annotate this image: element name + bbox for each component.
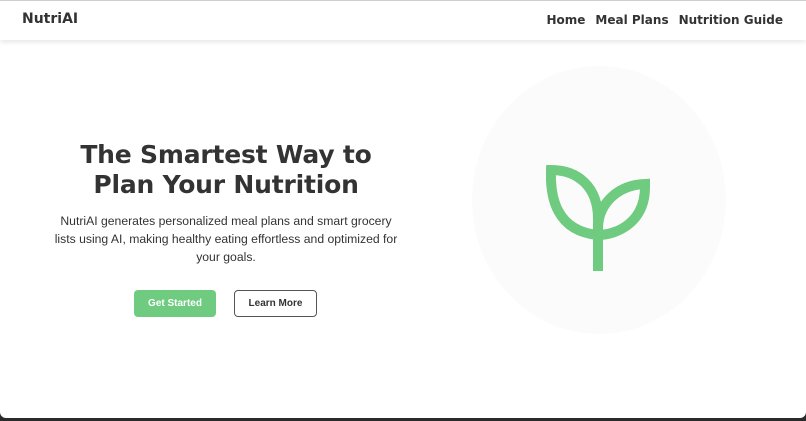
main-nav: Home Meal Plans Nutrition Guide [546, 13, 783, 27]
navbar: NutriAI Home Meal Plans Nutrition Guide [0, 0, 806, 40]
hero-section: The Smartest Way to Plan Your Nutrition … [52, 140, 400, 266]
nav-link-meal-plans[interactable]: Meal Plans [595, 13, 668, 27]
get-started-button[interactable]: Get Started [134, 290, 216, 317]
brand-logo[interactable]: NutriAI [22, 11, 78, 27]
learn-more-button[interactable]: Learn More [234, 290, 317, 317]
hero-headline-line-1: The Smartest Way to [80, 140, 372, 169]
sprout-icon [546, 165, 650, 271]
nav-link-home[interactable]: Home [546, 13, 585, 27]
browser-page: NutriAI Home Meal Plans Nutrition Guide … [0, 0, 806, 418]
hero-actions: Get Started Learn More [134, 290, 317, 317]
hero-description: NutriAI generates personalized meal plan… [54, 214, 398, 264]
hero-headline-line-2: Plan Your Nutrition [93, 170, 359, 199]
hero-headline: The Smartest Way to Plan Your Nutrition [52, 140, 400, 200]
nav-link-nutrition-guide[interactable]: Nutrition Guide [679, 13, 783, 27]
